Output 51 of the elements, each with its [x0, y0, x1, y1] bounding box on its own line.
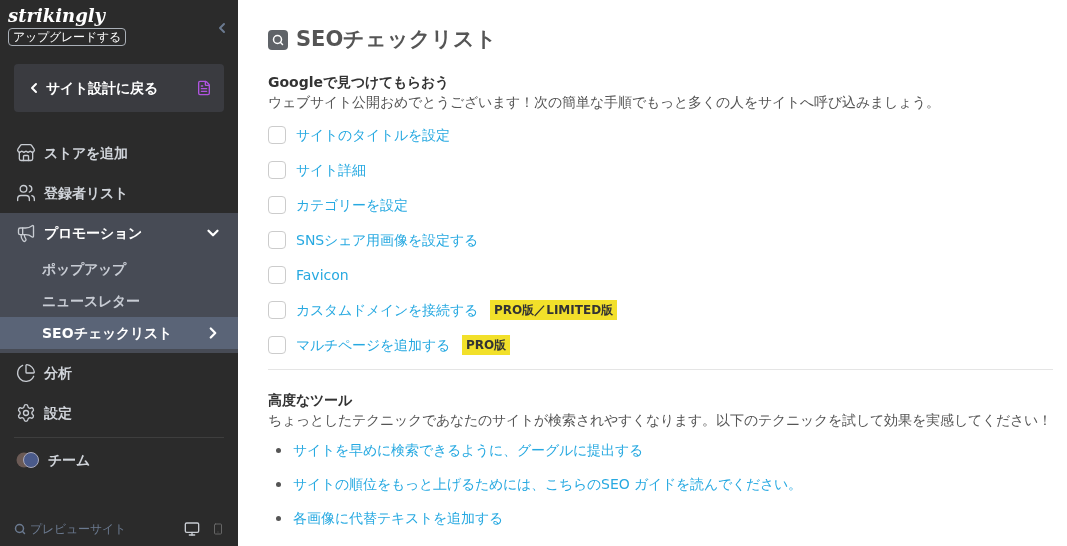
people-icon	[16, 183, 36, 203]
search-icon	[14, 523, 26, 535]
page-title: SEOチェックリスト	[296, 26, 498, 53]
checkbox[interactable]	[268, 126, 286, 144]
bullet-icon	[276, 448, 281, 453]
section-description: ウェブサイト公開おめでとうございます！次の簡単な手順でもっと多くの人をサイトへ呼び込みましょう。	[268, 92, 941, 112]
checklist-link[interactable]: カスタムドメインを接続する	[296, 299, 478, 321]
nav-item[interactable]: プロモーション	[0, 213, 238, 253]
checkbox[interactable]	[268, 266, 286, 284]
section-description: ちょっとしたテクニックであなたのサイトが検索されやすくなります。以下のテクニックを試して効果を実感してください！	[268, 410, 1053, 430]
avatar-icon	[16, 452, 40, 468]
bullet-icon	[276, 482, 281, 487]
seo-icon	[268, 29, 288, 50]
desktop-icon[interactable]	[184, 521, 200, 537]
document-icon	[196, 80, 212, 96]
submenu-item[interactable]: ポップアップ	[0, 253, 238, 285]
checklist-link[interactable]: SNSシェア用画像を設定する	[296, 229, 479, 251]
checkbox[interactable]	[268, 196, 286, 214]
checkbox[interactable]	[268, 336, 286, 354]
bullet-icon	[276, 516, 281, 521]
section-heading: Googleで見つけてもらおう	[268, 72, 451, 92]
phone-icon[interactable]	[212, 523, 224, 535]
nav-item[interactable]: 分析	[0, 353, 238, 393]
megaphone-icon	[16, 223, 36, 243]
checkbox[interactable]	[268, 301, 286, 319]
checklist-link[interactable]: マルチページを追加する	[296, 334, 450, 356]
checklist-link[interactable]: カテゴリーを設定	[296, 194, 408, 216]
back-button[interactable]: サイト設計に戻る	[14, 64, 224, 112]
store-icon	[16, 143, 36, 163]
upgrade-button[interactable]: アップグレードする	[8, 28, 126, 46]
checklist-link[interactable]: サイトのタイトルを設定	[296, 124, 450, 146]
logo: strikingly	[8, 4, 106, 28]
submenu-item[interactable]: ニュースレター	[0, 285, 238, 317]
tip-link[interactable]: サイトの順位をもっと上げるためには、こちらのSEO ガイドを読んでください。	[293, 474, 803, 495]
checklist-link[interactable]: サイト詳細	[296, 159, 366, 181]
gear-icon	[16, 403, 36, 423]
submenu-item[interactable]: SEOチェックリスト	[0, 317, 238, 349]
plan-badge: PRO版／LIMITED版	[490, 300, 618, 320]
preview-link[interactable]: プレビューサイト	[30, 520, 180, 538]
nav-item[interactable]: ストアを追加	[0, 133, 238, 173]
checkbox[interactable]	[268, 231, 286, 249]
checkbox[interactable]	[268, 161, 286, 179]
tip-link[interactable]: 各画像に代替テキストを追加する	[293, 508, 503, 529]
checklist-link[interactable]: Favicon	[296, 264, 349, 286]
plan-badge: PRO版	[462, 335, 511, 355]
tip-link[interactable]: サイトを早めに検索できるように、グーグルに提出する	[293, 440, 643, 461]
team-label[interactable]: チーム	[48, 449, 90, 471]
nav-item[interactable]: 登録者リスト	[0, 173, 238, 213]
section-heading: 高度なツール	[268, 390, 353, 410]
nav-item[interactable]: 設定	[0, 393, 238, 433]
pie-chart-icon	[16, 363, 36, 383]
